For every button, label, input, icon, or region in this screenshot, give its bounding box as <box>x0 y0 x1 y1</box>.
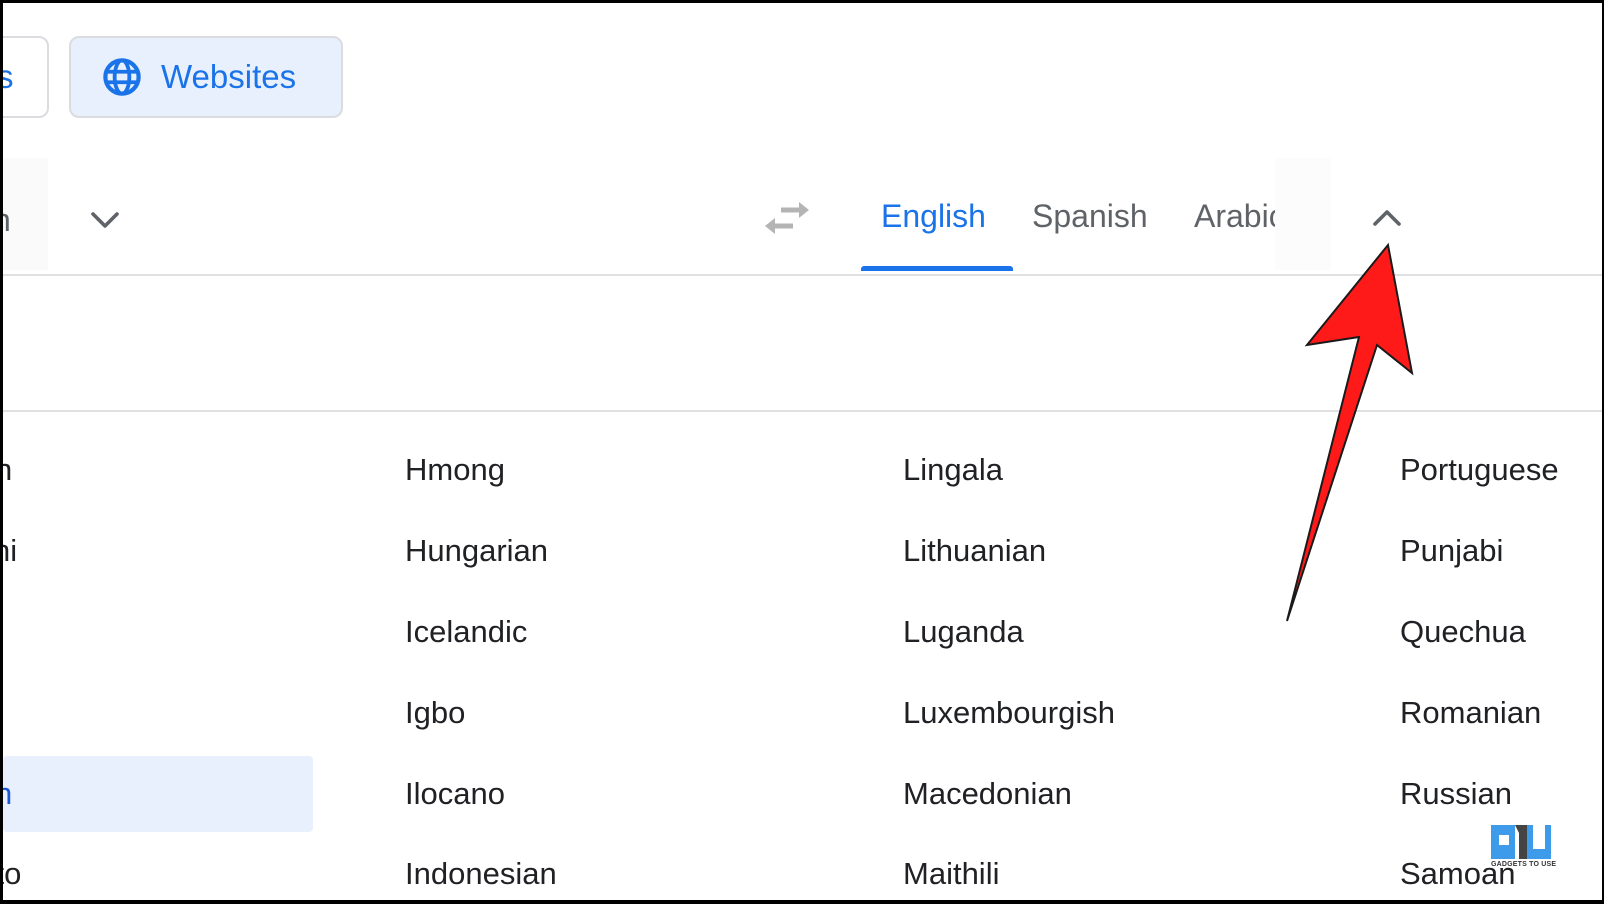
language-item[interactable]: Luxembourgish <box>903 695 1115 731</box>
language-item[interactable]: anto <box>3 856 21 892</box>
language-item[interactable]: Hmong <box>405 452 505 488</box>
language-item[interactable]: Macedonian <box>903 776 1072 812</box>
target-dropdown-area <box>1275 158 1331 270</box>
swap-icon[interactable] <box>763 198 811 238</box>
mode-button-label: s <box>3 58 14 95</box>
language-item[interactable]: Icelandic <box>405 614 527 650</box>
language-item[interactable]: Igbo <box>405 695 465 731</box>
language-item-selected[interactable]: h <box>3 776 12 812</box>
language-item[interactable]: Lingala <box>903 452 1003 488</box>
language-bar: n English Spanish Arabic <box>3 158 1602 276</box>
language-item[interactable]: Ilocano <box>405 776 505 812</box>
tab-arabic[interactable]: Arabic <box>1194 198 1285 235</box>
language-item[interactable]: Maithili <box>903 856 999 892</box>
chevron-down-icon[interactable] <box>87 202 123 238</box>
tab-spanish[interactable]: Spanish <box>1032 198 1148 235</box>
language-item[interactable]: Lithuanian <box>903 533 1046 569</box>
language-item[interactable]: Punjabi <box>1400 533 1503 569</box>
language-item[interactable]: Russian <box>1400 776 1512 812</box>
globe-icon <box>103 58 141 96</box>
tab-english[interactable]: English <box>881 198 986 235</box>
language-item[interactable]: Luganda <box>903 614 1024 650</box>
watermark-logo: GADGETS TO USE <box>1491 825 1561 875</box>
watermark-text: GADGETS TO USE <box>1491 861 1557 868</box>
language-item[interactable]: Portuguese <box>1400 452 1559 488</box>
language-item[interactable]: n <box>3 452 12 488</box>
language-item[interactable]: Indonesian <box>405 856 557 892</box>
language-item[interactable]: ni <box>3 533 17 569</box>
language-item[interactable]: Romanian <box>1400 695 1541 731</box>
websites-mode-button[interactable]: Websites <box>69 36 343 118</box>
source-language-label[interactable]: n <box>3 202 11 239</box>
gadgets-to-use-logo-icon <box>1491 825 1551 859</box>
selected-language-highlight <box>3 756 313 832</box>
websites-label: Websites <box>161 58 297 95</box>
translate-screen: s Websites n English Spanish Arabic <box>3 3 1602 900</box>
language-item[interactable]: Quechua <box>1400 614 1526 650</box>
language-list: n ni h anto Hmong Hungarian Icelandic Ig… <box>3 412 1602 900</box>
language-item[interactable]: Hungarian <box>405 533 548 569</box>
language-search-area[interactable] <box>3 276 1602 412</box>
chevron-up-icon[interactable] <box>1369 200 1405 236</box>
mode-button-previous[interactable]: s <box>3 36 49 118</box>
active-tab-indicator <box>861 266 1013 271</box>
